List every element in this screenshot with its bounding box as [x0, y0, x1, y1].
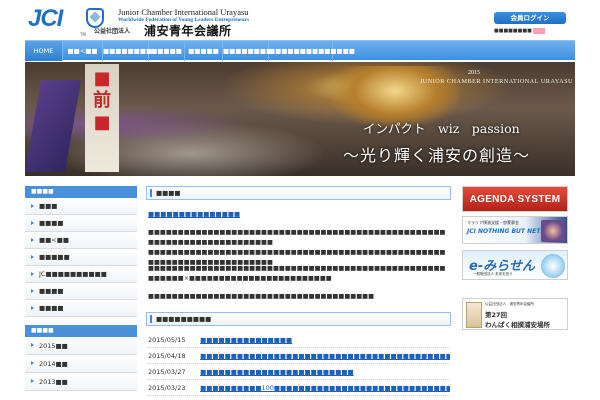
sidebar: ■■■■ ■■■ ■■■■ ■■<■■ ■■■■■ JC■■■■■■■■■■ ■… — [25, 186, 137, 400]
sidebar-item[interactable]: ■■■■■ — [25, 249, 137, 266]
archive-list: 2015■■ 2014■■ 2013■■ — [25, 337, 137, 391]
share-icon[interactable] — [532, 27, 545, 34]
nav-item-6[interactable]: ■■■■■■■■ — [223, 41, 272, 61]
news-date: 2015/03/23 — [148, 384, 186, 392]
sidebar-item[interactable]: ■■<■■ — [25, 232, 137, 249]
wanpaku-sumo-banner[interactable]: 公益社団法人 浦安青年会議所 第27回 わんぱく相撲浦安場所 — [462, 298, 568, 330]
intro-paragraph: ■■■■■■■■■■■■■■■■■■■■■■■■■■■■■■■■■■■■■■■■… — [148, 265, 446, 282]
wanpaku-edition: 第27回 — [485, 311, 508, 319]
news-title-link[interactable]: ■■■■■■■■■■■■■■■■■■■■■■■■■■■■■■■■■■■■■■■■… — [200, 352, 450, 360]
news-date: 2015/05/15 — [148, 336, 186, 344]
org-name-jp: 浦安青年会議所 — [144, 24, 232, 38]
sidebar-item[interactable]: ■■■■ — [25, 215, 137, 232]
sidebar-item[interactable]: ■■■■ — [25, 300, 137, 317]
archive-item[interactable]: 2014■■ — [25, 355, 137, 373]
emirasen-logo-icon — [541, 254, 565, 278]
nav-item-7[interactable]: ■■■■■■■■■■■■■■ — [269, 41, 355, 61]
hero-banner: ■前■ 2015 JUNIOR CHAMBER INTERNATIONAL UR… — [25, 62, 575, 176]
intro-paragraph: ■■■■■■■■■■■■■■■■■■■■■■■■■■■■■■■■■■■■■■ — [148, 293, 375, 300]
nbn-caption: マラリア撲滅支援・啓蒙募金 — [467, 220, 519, 225]
agenda-system-banner[interactable]: AGENDA SYSTEM — [462, 186, 568, 212]
banner-sign-text: ■前■ — [93, 68, 111, 133]
nav-item-5[interactable]: ■■■■■ — [185, 41, 223, 61]
news-title-link[interactable]: ■■■■■■■■■■■■■■■■■■■■■■■■■ — [200, 368, 354, 376]
nothing-but-nets-banner[interactable]: マラリア撲滅支援・啓蒙募金 JCI NOTHING BUT NETS — [462, 216, 568, 244]
archive-heading: ■■■■ — [25, 325, 137, 337]
sumo-flag-icon — [466, 302, 482, 328]
sidebar-item[interactable]: JC■■■■■■■■■■ — [25, 266, 137, 283]
main-heading: ■■■■ — [146, 186, 451, 200]
logo-trademark: TM — [80, 32, 86, 37]
sidebar-item[interactable]: ■■■ — [25, 198, 137, 215]
archive-item[interactable]: 2015■■ — [25, 337, 137, 355]
news-row: 2015/03/27 ■■■■■■■■■■■■■■■■■■■■■■■■■ — [148, 366, 450, 380]
news-title-link[interactable]: ■■■■■■■■■■100■■■■■■■■■■■■■■■■■■■■■■■■■■■… — [200, 384, 450, 392]
intro-paragraph: ■■■■■■■■■■■■■■■■■■■■■■■■■■■■■■■■■■■■■■■■… — [148, 229, 446, 246]
sidebar-heading: ■■■■ — [25, 186, 137, 198]
banner-title-theme: ～光り輝く浦安の創造～ — [343, 146, 531, 165]
nbn-title: JCI NOTHING BUT NETS — [467, 228, 545, 235]
news-row: 2015/03/23 ■■■■■■■■■■100■■■■■■■■■■■■■■■■… — [148, 382, 450, 396]
news-date: 2015/04/18 — [148, 352, 186, 360]
social-links[interactable]: ■■■■■■■■ — [494, 27, 566, 36]
site-header: JCI TM Junior Chamber International Uray… — [0, 0, 600, 40]
logo-jci-text: JCI — [28, 5, 63, 32]
news-date: 2015/03/27 — [148, 368, 186, 376]
nav-item-home[interactable]: HOME — [25, 41, 63, 61]
jci-emblem-icon — [86, 8, 104, 28]
nav-item-4[interactable]: ■■■■■ — [149, 41, 185, 61]
news-row: 2015/04/18 ■■■■■■■■■■■■■■■■■■■■■■■■■■■■■… — [148, 350, 450, 364]
member-login-button[interactable]: 会員ログイン — [494, 12, 566, 24]
news-row: 2015/05/15 ■■■■■■■■■■■■■■■ — [148, 334, 450, 348]
banner-subtitle: JUNIOR CHAMBER INTERNATIONAL URAYASU — [419, 78, 573, 85]
nbn-photo — [541, 220, 565, 242]
emirasen-caption: 一般財団法人 未来を担う — [473, 272, 513, 276]
org-name-en: Junior Chamber International Urayasu — [118, 7, 249, 17]
banner-purple-flag — [25, 80, 82, 172]
main-link[interactable]: ■■■■■■■■■■■■■■■ — [148, 210, 240, 218]
social-text: ■■■■■■■■ — [494, 28, 532, 34]
main-content: ■■■■ ■■■■■■■■■■■■■■■ ■■■■■■■■■■■■■■■■■■■… — [146, 186, 451, 400]
archive-item[interactable]: 2013■■ — [25, 373, 137, 391]
corp-prefix: 公益社団法人 — [94, 28, 131, 35]
banner-title-slogan: インパクト wiz passion — [363, 121, 520, 136]
banner-ads: AGENDA SYSTEM マラリア撲滅支援・啓蒙募金 JCI NOTHING … — [462, 186, 568, 400]
main-nav: HOME ■■<■■ ■■■■■■■■ ■■■■■ ■■■■■ ■■■■■■■■… — [25, 40, 575, 61]
wanpaku-org: 公益社団法人 浦安青年会議所 — [485, 302, 534, 306]
nav-item-3[interactable]: ■■■■■■■■ — [103, 41, 152, 61]
nav-item-2[interactable]: ■■<■■ — [63, 41, 103, 61]
site-logo[interactable]: JCI TM Junior Chamber International Uray… — [28, 6, 278, 40]
sidebar-item[interactable]: ■■■■ — [25, 283, 137, 300]
news-heading: ■■■■■■■■■ — [146, 312, 451, 326]
wanpaku-title: わんぱく相撲浦安場所 — [485, 321, 550, 329]
banner-year: 2015 — [468, 70, 480, 76]
emirasen-banner[interactable]: e-みらせん 一般財団法人 未来を担う — [462, 250, 568, 280]
news-title-link[interactable]: ■■■■■■■■■■■■■■■ — [200, 336, 292, 344]
